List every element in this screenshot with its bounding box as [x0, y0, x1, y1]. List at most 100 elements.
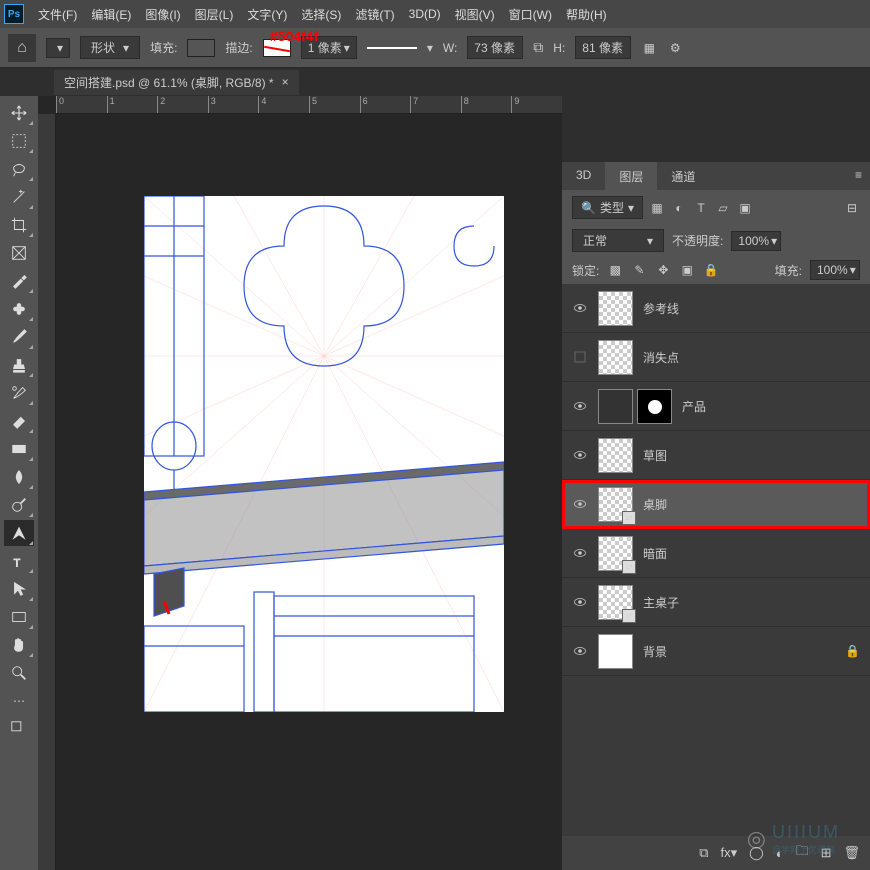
pen-tool-selector[interactable]: ▾	[46, 38, 70, 58]
menu-help[interactable]: 帮助(H)	[566, 6, 607, 23]
delete-icon[interactable]: 🗑	[843, 845, 860, 861]
visibility-icon[interactable]	[572, 447, 588, 463]
rectangle-tool[interactable]	[4, 604, 34, 630]
type-tool[interactable]: T	[4, 548, 34, 574]
visibility-icon[interactable]	[572, 349, 588, 365]
menu-window[interactable]: 窗口(W)	[509, 6, 552, 23]
layer-thumbnail[interactable]	[598, 389, 633, 424]
stamp-tool[interactable]	[4, 352, 34, 378]
fx-icon[interactable]: fx▾	[721, 845, 738, 861]
menu-type[interactable]: 文字(Y)	[247, 6, 287, 23]
options-gear-icon[interactable]: ⚙	[667, 40, 683, 56]
fill-opacity-input[interactable]: 100%▾	[810, 260, 860, 280]
pen-tool[interactable]	[4, 520, 34, 546]
lock-position-icon[interactable]: ✥	[655, 262, 671, 278]
eyedropper-tool[interactable]	[4, 268, 34, 294]
visibility-icon[interactable]	[572, 594, 588, 610]
document-tab[interactable]: 空间搭建.psd @ 61.1% (桌脚, RGB/8) * ×	[54, 70, 299, 95]
zoom-tool[interactable]	[4, 660, 34, 686]
blur-tool[interactable]	[4, 464, 34, 490]
path-select-tool[interactable]	[4, 576, 34, 602]
home-icon[interactable]: ⌂	[8, 34, 36, 62]
link-layers-icon[interactable]: ⧉	[699, 845, 708, 861]
marquee-tool[interactable]	[4, 128, 34, 154]
menu-3d[interactable]: 3D(D)	[409, 7, 441, 21]
shape-mode-select[interactable]: 形状▾	[80, 36, 140, 59]
layer-name[interactable]: 草图	[643, 447, 860, 464]
magic-wand-tool[interactable]	[4, 184, 34, 210]
frame-tool[interactable]	[4, 240, 34, 266]
tab-layers[interactable]: 图层	[605, 162, 657, 190]
layer-name[interactable]: 参考线	[643, 300, 860, 317]
layer-name[interactable]: 桌脚	[643, 496, 860, 513]
layer-thumbnail[interactable]	[598, 291, 633, 326]
layer-thumbnail[interactable]: ▱	[598, 536, 633, 571]
dodge-tool[interactable]	[4, 492, 34, 518]
menu-filter[interactable]: 滤镜(T)	[355, 6, 394, 23]
layer-name[interactable]: 产品	[682, 398, 860, 415]
visibility-icon[interactable]	[572, 496, 588, 512]
layer-row[interactable]: ▱ 桌脚	[562, 480, 870, 529]
height-input[interactable]: 81 像素	[575, 36, 631, 59]
layer-name[interactable]: 主桌子	[643, 594, 860, 611]
layer-row[interactable]: 背景🔒	[562, 627, 870, 676]
brush-tool[interactable]	[4, 324, 34, 350]
layer-row[interactable]: 参考线	[562, 284, 870, 333]
menu-image[interactable]: 图像(I)	[145, 6, 180, 23]
layer-row[interactable]: 草图	[562, 431, 870, 480]
filter-smart-icon[interactable]: ▣	[737, 200, 753, 216]
menu-file[interactable]: 文件(F)	[38, 6, 77, 23]
menu-edit[interactable]: 编辑(E)	[91, 6, 131, 23]
healing-tool[interactable]	[4, 296, 34, 322]
visibility-icon[interactable]	[572, 643, 588, 659]
hand-tool[interactable]	[4, 632, 34, 658]
layer-thumbnail[interactable]	[598, 340, 633, 375]
filter-pixel-icon[interactable]: ▦	[649, 200, 665, 216]
menu-layer[interactable]: 图层(L)	[195, 6, 234, 23]
close-icon[interactable]: ×	[282, 75, 289, 89]
eraser-tool[interactable]	[4, 408, 34, 434]
lasso-tool[interactable]	[4, 156, 34, 182]
layer-row[interactable]: 产品	[562, 382, 870, 431]
gradient-tool[interactable]	[4, 436, 34, 462]
filter-type-select[interactable]: 🔍 类型▾	[572, 196, 643, 219]
lock-all-icon[interactable]: 🔒	[703, 262, 719, 278]
layer-thumbnail[interactable]	[598, 438, 633, 473]
tab-channels[interactable]: 通道	[657, 162, 709, 190]
fill-swatch[interactable]	[187, 39, 215, 57]
crop-tool[interactable]	[4, 212, 34, 238]
lock-artboard-icon[interactable]: ▣	[679, 262, 695, 278]
filter-type-icon[interactable]: T	[693, 200, 709, 216]
menu-view[interactable]: 视图(V)	[455, 6, 495, 23]
layer-name[interactable]: 背景	[643, 643, 835, 660]
visibility-icon[interactable]	[572, 300, 588, 316]
opacity-input[interactable]: 100%▾	[731, 231, 781, 251]
visibility-icon[interactable]	[572, 545, 588, 561]
edit-toolbar[interactable]: ⋯	[4, 688, 34, 714]
layer-row[interactable]: 消失点	[562, 333, 870, 382]
layer-name[interactable]: 消失点	[643, 349, 860, 366]
layer-name[interactable]: 暗面	[643, 545, 860, 562]
move-tool[interactable]	[4, 100, 34, 126]
layer-thumbnail[interactable]: ▱	[598, 487, 633, 522]
lock-paint-icon[interactable]: ✎	[631, 262, 647, 278]
menu-select[interactable]: 选择(S)	[301, 6, 341, 23]
link-dimensions-icon[interactable]: ⧉	[533, 39, 543, 56]
filter-shape-icon[interactable]: ▱	[715, 200, 731, 216]
history-brush-tool[interactable]	[4, 380, 34, 406]
layer-row[interactable]: ▱ 主桌子	[562, 578, 870, 627]
stroke-style-preview[interactable]	[367, 47, 417, 49]
layer-thumbnail[interactable]	[598, 634, 633, 669]
filter-toggle-icon[interactable]: ⊟	[844, 200, 860, 216]
visibility-icon[interactable]	[572, 398, 588, 414]
tab-3d[interactable]: 3D	[562, 162, 605, 190]
canvas-area[interactable]: 01 23 45 67 89	[38, 96, 562, 870]
panel-menu-icon[interactable]: ≡	[847, 162, 870, 190]
layer-row[interactable]: ▱ 暗面	[562, 529, 870, 578]
lock-transparent-icon[interactable]: ▩	[607, 262, 623, 278]
filter-adjust-icon[interactable]: ◐	[671, 200, 687, 216]
align-icon[interactable]: ▦	[641, 40, 657, 56]
blend-mode-select[interactable]: 正常▾	[572, 229, 664, 252]
layer-thumbnail[interactable]: ▱	[598, 585, 633, 620]
width-input[interactable]: 73 像素	[467, 36, 523, 59]
